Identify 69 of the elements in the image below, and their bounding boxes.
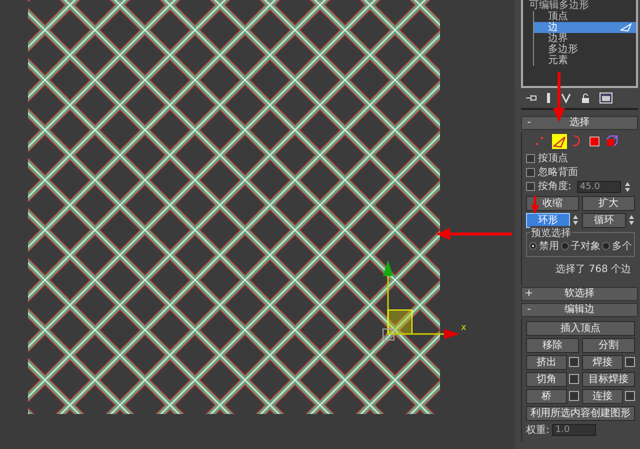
tool-button[interactable]: 挤出 [526, 354, 567, 370]
pin-icon[interactable] [525, 93, 537, 103]
tool-button[interactable]: 切角 [526, 372, 567, 386]
stack-item[interactable]: 元素 [534, 55, 636, 66]
selection-status: 选择了 768 个边 [554, 262, 631, 276]
spinner-icon[interactable] [624, 180, 631, 194]
radio-button[interactable] [529, 242, 537, 250]
triangle-icon [620, 23, 632, 32]
config-icon[interactable] [599, 92, 613, 104]
tool-button[interactable]: 移除 [526, 338, 579, 352]
rollout-title: 软选择 [564, 288, 596, 300]
radio-button[interactable] [602, 242, 610, 250]
weight-label: 权重: [526, 424, 550, 438]
stack-item[interactable]: 边界 [534, 33, 636, 44]
weight-field[interactable]: 1.0 [552, 424, 596, 436]
checkbox[interactable] [526, 154, 535, 163]
toggle-sign[interactable]: - [522, 117, 536, 129]
rollout-header[interactable]: - 编辑边 [521, 302, 638, 316]
triangle-icon [552, 134, 566, 149]
checkbox-label: 按顶点 [538, 152, 568, 166]
group-title: 预览选择 [530, 226, 572, 240]
toggle-sign[interactable]: - [522, 304, 536, 316]
radio-button[interactable] [560, 242, 568, 250]
transform-gizmo-drawing[interactable] [382, 260, 460, 340]
toggle-sign[interactable]: + [522, 288, 536, 300]
tool-button[interactable]: 分割 [582, 338, 635, 352]
modifier-name[interactable]: 可编辑多边形 [529, 0, 636, 11]
tool-button[interactable]: 收缩 [526, 196, 579, 210]
annotation-arrow [553, 72, 565, 122]
cube-icon [604, 134, 619, 149]
rollout-title: 选择 [568, 117, 590, 129]
angle-field[interactable]: 45.0 [576, 180, 621, 192]
tool-button[interactable]: 环形 [526, 212, 570, 228]
rollout-header[interactable]: + 软选择 [521, 286, 638, 300]
subobject-mode-button[interactable] [586, 134, 602, 149]
fork-icon[interactable] [560, 92, 572, 104]
lock-icon[interactable] [581, 92, 590, 104]
annotation-arrow [531, 196, 539, 214]
checkbox[interactable] [526, 168, 535, 177]
stack-item[interactable]: 多边形 [534, 44, 636, 55]
stack-item[interactable]: 顶点 [534, 11, 636, 22]
tool-button[interactable]: 插入顶点 [526, 320, 635, 336]
radio-label: 子对象 [570, 240, 600, 254]
bar-icon[interactable] [546, 92, 551, 104]
rollout-header[interactable]: - 选择 [521, 116, 638, 130]
checkbox-label: 忽略背面 [538, 166, 578, 180]
subobject-mode-button[interactable] [552, 134, 566, 149]
tool-button[interactable]: 焊接 [582, 354, 623, 370]
spinner-icon[interactable] [572, 213, 579, 227]
stack-item[interactable]: 边 [534, 22, 636, 33]
tool-button[interactable]: 循环 [582, 212, 626, 228]
square-icon [586, 134, 602, 149]
settings-button[interactable] [569, 374, 579, 384]
tool-button[interactable]: 利用所选内容创建图形 [526, 406, 635, 420]
checkbox[interactable] [526, 182, 535, 191]
settings-button[interactable] [625, 391, 635, 401]
settings-button[interactable] [569, 357, 579, 367]
tool-button[interactable]: 扩大 [582, 196, 635, 210]
settings-button[interactable] [625, 357, 635, 367]
axis-label: x [461, 322, 466, 335]
tool-button[interactable]: 桥 [526, 388, 567, 404]
spinner-icon[interactable] [628, 213, 635, 227]
rollout-title: 编辑边 [564, 304, 596, 316]
radio-label: 多个 [612, 240, 632, 254]
radio-label: 禁用 [539, 240, 559, 254]
checkbox-label: 按角度: [538, 180, 572, 194]
tool-button[interactable]: 连接 [582, 388, 623, 404]
tool-button[interactable]: 目标焊接 [582, 372, 635, 386]
settings-button[interactable] [569, 391, 579, 401]
